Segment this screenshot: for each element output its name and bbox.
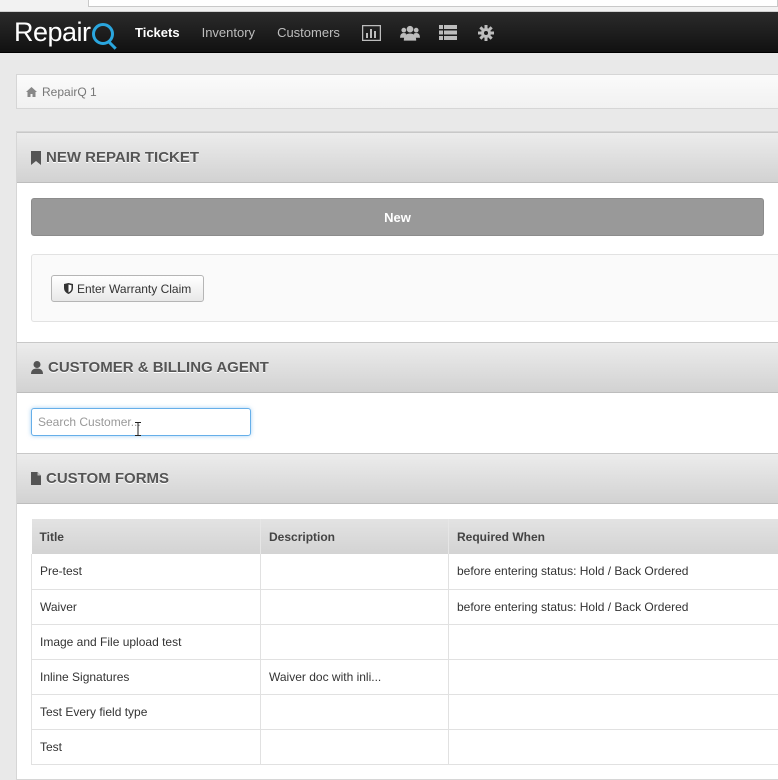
cell-description bbox=[260, 694, 449, 730]
table-row[interactable]: Waiver before entering status: Hold / Ba… bbox=[31, 589, 778, 625]
enter-warranty-claim-button[interactable]: Enter Warranty Claim bbox=[51, 275, 205, 302]
cell-description bbox=[260, 624, 449, 660]
new-ticket-header: NEW REPAIR TICKET bbox=[17, 132, 778, 183]
new-ticket-title: NEW REPAIR TICKET bbox=[46, 149, 200, 166]
top-navbar: Repair Tickets Inventory Customers bbox=[0, 12, 778, 53]
cell-required-when bbox=[448, 729, 778, 765]
cell-required-when: before entering status: Hold / Back Orde… bbox=[448, 589, 778, 625]
nav-items: Tickets Inventory Customers bbox=[135, 12, 514, 53]
cell-required-when bbox=[448, 694, 778, 730]
users-icon[interactable] bbox=[399, 24, 420, 42]
browser-strip bbox=[0, 0, 778, 12]
column-header-title[interactable]: Title bbox=[31, 519, 261, 554]
brand-q-icon bbox=[91, 22, 114, 45]
bookmark-icon bbox=[31, 150, 41, 165]
bar-chart-icon[interactable] bbox=[362, 24, 382, 42]
nav-tickets[interactable]: Tickets bbox=[135, 25, 180, 40]
table-row[interactable]: Test bbox=[31, 729, 778, 765]
cell-description: Waiver doc with inli... bbox=[260, 659, 449, 695]
breadcrumb-item[interactable]: RepairQ 1 bbox=[42, 85, 97, 99]
cell-title: Test Every field type bbox=[31, 694, 261, 730]
column-header-description[interactable]: Description bbox=[260, 519, 449, 554]
brand-logo[interactable]: Repair bbox=[14, 16, 114, 48]
cell-description bbox=[260, 554, 449, 590]
table-row[interactable]: Inline Signatures Waiver doc with inli..… bbox=[31, 659, 778, 695]
search-customer-input[interactable] bbox=[31, 408, 251, 436]
gear-icon[interactable] bbox=[476, 24, 496, 42]
table-row[interactable]: Test Every field type bbox=[31, 694, 778, 730]
cell-required-when: before entering status: Hold / Back Orde… bbox=[448, 554, 778, 590]
cell-title: Waiver bbox=[31, 589, 261, 625]
warranty-well: Enter Warranty Claim bbox=[31, 254, 778, 322]
text-cursor-icon bbox=[135, 422, 141, 436]
table-row[interactable]: Image and File upload test bbox=[31, 624, 778, 660]
cell-title: Pre-test bbox=[31, 554, 261, 590]
address-bar-fragment bbox=[88, 0, 778, 7]
user-icon bbox=[31, 361, 43, 374]
custom-forms-table: Title Description Required When Pre-test… bbox=[31, 519, 778, 765]
file-icon bbox=[31, 472, 41, 485]
cell-required-when bbox=[448, 659, 778, 695]
cell-required-when bbox=[448, 624, 778, 660]
brand-text: Repair bbox=[14, 16, 91, 47]
cell-title: Inline Signatures bbox=[31, 659, 261, 695]
custom-forms-header: CUSTOM FORMS bbox=[17, 453, 778, 504]
column-header-required-when[interactable]: Required When bbox=[448, 519, 778, 554]
custom-forms-title: CUSTOM FORMS bbox=[46, 470, 170, 487]
shield-icon bbox=[64, 283, 73, 294]
table-header-row: Title Description Required When bbox=[31, 519, 778, 554]
breadcrumb: RepairQ 1 bbox=[16, 74, 778, 109]
new-ticket-button[interactable]: New bbox=[31, 198, 764, 236]
list-icon[interactable] bbox=[438, 24, 458, 42]
table-row[interactable]: Pre-test before entering status: Hold / … bbox=[31, 554, 778, 590]
nav-customers[interactable]: Customers bbox=[277, 25, 340, 40]
nav-inventory[interactable]: Inventory bbox=[202, 25, 255, 40]
customer-title: CUSTOMER & BILLING AGENT bbox=[48, 359, 269, 376]
cell-title: Test bbox=[31, 729, 261, 765]
cell-description bbox=[260, 729, 449, 765]
home-icon[interactable] bbox=[26, 86, 37, 97]
cell-title: Image and File upload test bbox=[31, 624, 261, 660]
cell-description bbox=[260, 589, 449, 625]
main-panel: NEW REPAIR TICKET New Enter Warranty Cla… bbox=[16, 131, 778, 780]
customer-header: CUSTOMER & BILLING AGENT bbox=[17, 342, 778, 393]
warranty-label: Enter Warranty Claim bbox=[77, 281, 192, 296]
